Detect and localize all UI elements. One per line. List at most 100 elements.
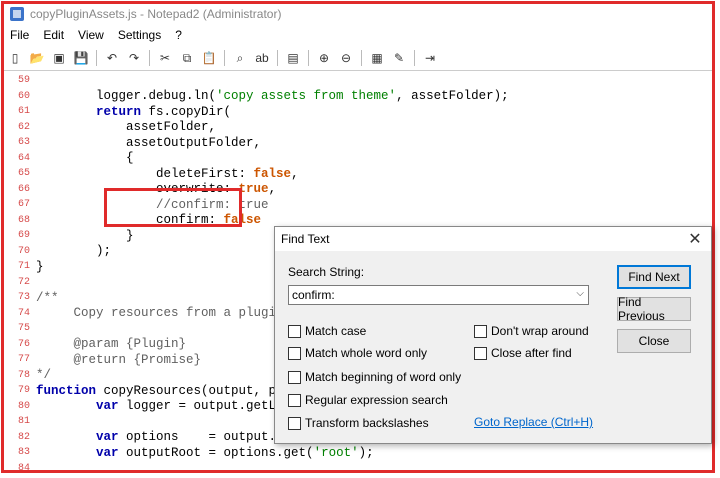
menu-edit[interactable]: Edit: [43, 28, 64, 42]
line-number: 69: [18, 230, 31, 242]
line-number: 68: [18, 214, 31, 226]
code-text: logger.debug.ln('copy assets from theme'…: [36, 89, 509, 104]
code-text: */: [36, 368, 52, 383]
line-number: 78: [18, 369, 31, 381]
match-case-checkbox[interactable]: Match case: [288, 324, 366, 338]
code-line: 59: [4, 73, 36, 89]
line-number: 76: [18, 338, 31, 350]
title-bar: copyPluginAssets.js - Notepad2 (Administ…: [4, 4, 712, 24]
zoom-out-icon[interactable]: ⊖: [338, 50, 354, 66]
code-line: 74 Copy resources from a plugin: [4, 306, 284, 322]
checkbox-box: [474, 346, 487, 360]
code-text: );: [36, 244, 112, 259]
code-text: assetFolder,: [36, 120, 217, 135]
menu-view[interactable]: View: [78, 28, 104, 42]
toolbar-separator: [361, 50, 362, 66]
code-text: deleteFirst: false,: [36, 166, 299, 181]
code-text: {: [36, 151, 134, 166]
line-number: 62: [18, 121, 31, 133]
code-text: Copy resources from a plugin: [36, 306, 284, 321]
line-number: 79: [18, 385, 31, 397]
code-line: 63 assetOutputFolder,: [4, 135, 261, 151]
wordwrap-icon[interactable]: ▤: [285, 50, 301, 66]
code-text: var outputRoot = options.get('root');: [96, 445, 374, 460]
exit-icon[interactable]: ⇥: [422, 50, 438, 66]
replace-icon[interactable]: ab: [254, 50, 270, 66]
code-line: 79 function copyResources(output, p: [4, 383, 276, 399]
edit-icon[interactable]: ✎: [391, 50, 407, 66]
line-number: 81: [18, 416, 31, 428]
line-number: 65: [18, 168, 31, 180]
line-number: 84: [18, 462, 31, 471]
line-number: 73: [18, 292, 31, 304]
match-beginning-checkbox[interactable]: Match beginning of word only: [288, 370, 461, 384]
cut-icon[interactable]: ✂: [157, 50, 173, 66]
redo-icon[interactable]: ↷: [126, 50, 142, 66]
code-line: 75: [4, 321, 36, 337]
find-text-dialog: Find Text ✕ Search String: confirm: ⌵ Fi…: [274, 226, 712, 444]
toolbar: ▯ 📂 ▣ 💾 ↶ ↷ ✂ ⧉ 📋 ⌕ ab ▤ ⊕ ⊖ ▦ ✎ ⇥: [4, 47, 441, 69]
undo-icon[interactable]: ↶: [104, 50, 120, 66]
toolbar-separator: [308, 50, 309, 66]
line-number: 71: [18, 261, 31, 273]
code-line: 71}: [4, 259, 44, 275]
code-line: 83 var outputRoot = options.get('root');: [4, 445, 374, 461]
line-number: 82: [18, 431, 31, 443]
close-after-find-checkbox[interactable]: Close after find: [474, 346, 572, 360]
chevron-down-icon[interactable]: ⌵: [576, 288, 584, 299]
save-icon[interactable]: 💾: [73, 50, 89, 66]
match-case-label: Match case: [305, 324, 367, 338]
settings-icon[interactable]: ▦: [369, 50, 385, 66]
regex-checkbox[interactable]: Regular expression search: [288, 393, 448, 407]
dont-wrap-checkbox[interactable]: Don't wrap around: [474, 324, 589, 338]
code-text: var logger = output.getLogger: [96, 399, 314, 414]
match-whole-word-checkbox[interactable]: Match whole word only: [288, 346, 427, 360]
code-line: 64 {: [4, 151, 134, 167]
line-number: 61: [18, 106, 31, 118]
code-text: @return {Promise}: [36, 352, 202, 367]
open-icon[interactable]: 📂: [29, 50, 45, 66]
search-input[interactable]: confirm: ⌵: [288, 285, 589, 305]
zoom-in-icon[interactable]: ⊕: [316, 50, 332, 66]
code-line: 62 assetFolder,: [4, 120, 216, 136]
menu-settings[interactable]: Settings: [118, 28, 161, 42]
find-previous-button[interactable]: Find Previous: [617, 295, 691, 323]
line-number: 75: [18, 323, 31, 335]
line-number: 66: [18, 183, 31, 195]
code-line: 72: [4, 275, 36, 291]
close-button[interactable]: Close: [617, 329, 691, 353]
close-icon[interactable]: ✕: [685, 229, 705, 249]
code-line: 77 @return {Promise}: [4, 352, 201, 368]
code-text: }: [36, 259, 44, 274]
code-line: 60 logger.debug.ln('copy assets from the…: [4, 89, 509, 105]
goto-replace-link[interactable]: Goto Replace (Ctrl+H): [474, 415, 593, 429]
toolbar-separator: [96, 50, 97, 66]
find-next-button[interactable]: Find Next: [617, 265, 691, 289]
menu-help[interactable]: ?: [175, 28, 182, 42]
menu-bar: File Edit View Settings ?: [4, 26, 190, 44]
menu-file[interactable]: File: [10, 28, 29, 42]
paste-icon[interactable]: 📋: [201, 50, 217, 66]
code-line: 73 /**: [4, 290, 59, 306]
code-line: 61 return fs.copyDir(: [4, 104, 231, 120]
window-title: copyPluginAssets.js - Notepad2 (Administ…: [30, 7, 282, 21]
code-line: 65 deleteFirst: false,: [4, 166, 299, 182]
line-number: 64: [18, 152, 31, 164]
browse-icon[interactable]: ▣: [51, 50, 67, 66]
code-text: function copyResources(output, p: [36, 383, 277, 398]
search-string-label: Search String:: [288, 265, 365, 279]
line-number: 72: [18, 276, 31, 288]
transform-backslashes-label: Transform backslashes: [305, 416, 429, 430]
copy-icon[interactable]: ⧉: [179, 50, 195, 66]
line-number: 60: [18, 90, 31, 102]
new-icon[interactable]: ▯: [7, 50, 23, 66]
code-text: var options = output.getOp: [96, 430, 314, 445]
code-line: 76 @param {Plugin}: [4, 337, 186, 353]
checkbox-box: [288, 416, 301, 430]
find-icon[interactable]: ⌕: [232, 50, 248, 66]
line-number: 59: [18, 75, 31, 87]
transform-backslashes-checkbox[interactable]: Transform backslashes: [288, 416, 429, 430]
confirm-highlight-box: [104, 188, 242, 227]
code-line: 82 var options = output.getOp: [4, 430, 314, 446]
code-line: 70 );: [4, 244, 111, 260]
